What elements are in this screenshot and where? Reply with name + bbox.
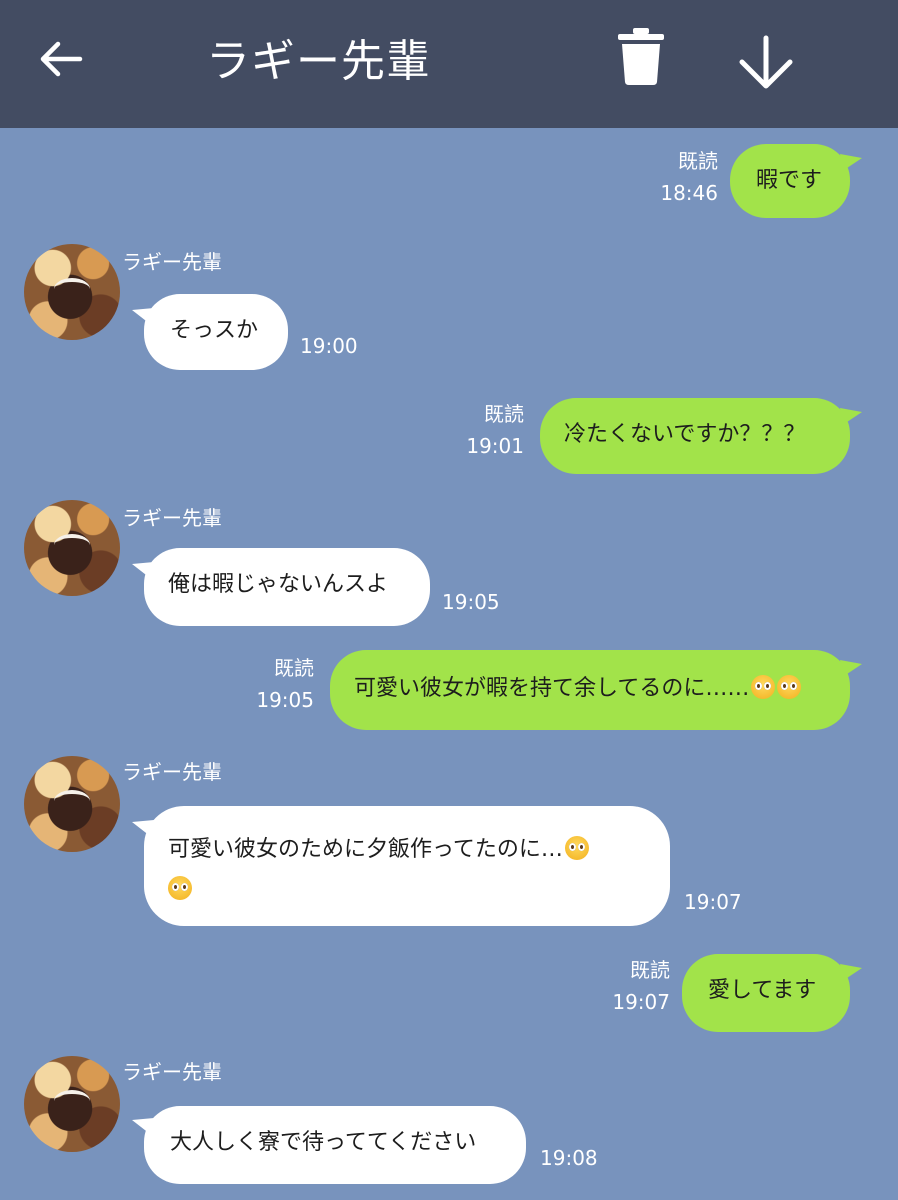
avatar[interactable]: [24, 500, 120, 596]
read-receipt: 既読 19:01: [466, 398, 524, 462]
chat-title: ラギー先輩: [206, 36, 431, 87]
message-text: 俺は暇じゃないんスよ: [168, 572, 389, 597]
arrow-down-icon[interactable]: [734, 34, 798, 92]
bubble-tail: [840, 964, 862, 980]
read-label: 既読: [630, 958, 670, 982]
bubble-tail: [840, 408, 862, 424]
message-text: そっスか: [170, 318, 259, 343]
message-text: 大人しく寮で待っててください: [170, 1130, 477, 1155]
sender-name: ラギー先輩: [122, 250, 222, 274]
pleading-face-icon: [564, 836, 589, 860]
avatar[interactable]: [24, 244, 120, 340]
pleading-face-icon: [751, 675, 776, 699]
my-message-bubble[interactable]: 冷たくないですか？？？: [540, 398, 850, 474]
message-time: 19:05: [256, 688, 314, 712]
back-arrow-icon[interactable]: [36, 34, 86, 84]
avatar[interactable]: [24, 756, 120, 852]
message-text: 冷たくないですか？？？: [564, 422, 806, 447]
pleading-face-icon: [168, 876, 192, 900]
bubble-tail: [840, 154, 862, 170]
message-time: 19:05: [442, 590, 500, 614]
read-receipt: 既読 18:46: [660, 145, 718, 209]
trash-icon[interactable]: [616, 24, 666, 86]
their-message-bubble[interactable]: 大人しく寮で待っててください: [144, 1106, 526, 1184]
their-message-bubble[interactable]: 可愛い彼女のために夕飯作ってたのに…: [144, 806, 670, 926]
message-text: 可愛い彼女のために夕飯作ってたのに…: [168, 837, 563, 862]
message-time: 19:07: [612, 990, 670, 1014]
my-message-bubble[interactable]: 可愛い彼女が暇を持て余してるのに……: [330, 650, 850, 730]
message-time: 19:08: [540, 1146, 598, 1170]
bubble-tail: [840, 660, 862, 676]
message-time: 19:01: [466, 434, 524, 458]
read-label: 既読: [274, 656, 314, 680]
chat-header: ラギー先輩: [0, 0, 898, 128]
avatar[interactable]: [24, 1056, 120, 1152]
message-time: 19:07: [684, 890, 742, 914]
read-label: 既読: [484, 402, 524, 426]
read-receipt: 既読 19:05: [256, 652, 314, 716]
message-text: 暇です: [756, 168, 823, 193]
message-time: 19:00: [300, 334, 358, 358]
pleading-face-icon: [777, 675, 802, 699]
message-time: 18:46: [660, 181, 718, 205]
my-message-bubble[interactable]: 暇です: [730, 144, 850, 218]
my-message-bubble[interactable]: 愛してます: [682, 954, 850, 1032]
sender-name: ラギー先輩: [122, 1060, 222, 1084]
sender-name: ラギー先輩: [122, 506, 222, 530]
their-message-bubble[interactable]: 俺は暇じゃないんスよ: [144, 548, 430, 626]
message-text: 愛してます: [708, 978, 817, 1003]
read-receipt: 既読 19:07: [612, 954, 670, 1018]
message-text: 可愛い彼女が暇を持て余してるのに……: [354, 676, 750, 701]
read-label: 既読: [678, 149, 718, 173]
sender-name: ラギー先輩: [122, 760, 222, 784]
their-message-bubble[interactable]: そっスか: [144, 294, 288, 370]
